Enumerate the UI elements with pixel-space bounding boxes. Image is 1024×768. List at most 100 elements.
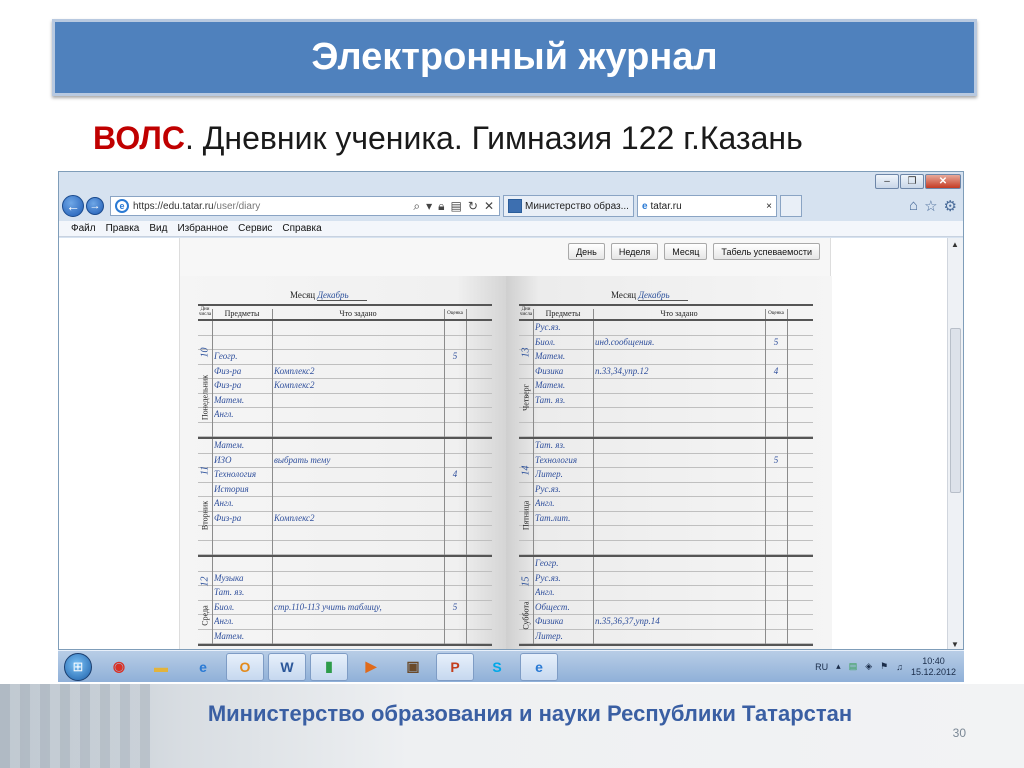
chart-app-icon[interactable]: ▮ [310,652,348,681]
cell-subject: Матем. [535,380,566,390]
cell-subject: Физика [535,616,564,626]
column-homework-header: Что задано [339,309,377,318]
cell-subject: Физика [535,365,564,376]
cell-subject: История [214,483,249,494]
briefcase-icon[interactable]: ▣ [394,653,432,681]
cell-subject: Матем. [214,440,245,450]
view-week-button[interactable]: Неделя [610,243,659,260]
cell-subject: Рус.яз. [535,483,561,494]
scroll-up-icon[interactable]: ▲ [951,240,959,249]
menu-view[interactable]: Вид [149,223,167,234]
table-row: Тат. яз. [198,586,492,601]
tab-close-icon[interactable]: × [766,201,772,212]
view-grades-button[interactable]: Табель успеваемости [713,243,820,260]
tab-tatar-label: tatar.ru [650,200,682,212]
table-row: ИЗО выбрать тему [198,454,492,468]
scroll-down-icon[interactable]: ▼ [951,640,959,649]
address-url[interactable]: https://edu.tatar.ru/user/diary [133,201,413,212]
table-row [519,408,813,423]
tray-expand-icon[interactable]: ▴ [836,661,841,672]
search-icon[interactable]: ⌕ [413,199,420,214]
cell-subject: ИЗО [214,454,232,465]
day-number: 13 [520,347,532,358]
network-icon[interactable]: ▤ [849,661,858,672]
lock-icon[interactable]: 🔒︎ [438,199,444,214]
menu-edit[interactable]: Правка [106,223,140,234]
cell-subject: Англ. [214,616,234,626]
table-row: Технология 4 [198,468,492,483]
stop-icon[interactable]: ✕ [484,199,494,214]
view-month-button[interactable]: Месяц [664,243,708,260]
folder-icon[interactable]: ▬ [142,653,180,681]
table-row: Литер. [519,630,813,644]
day-number: 12 [199,576,211,587]
ie-icon-2[interactable]: e [520,652,558,681]
favorites-star-icon[interactable]: ☆ [924,197,937,215]
table-row: Геогр. [519,557,813,572]
table-row [198,423,492,437]
taskbar-apps: ◉ ▬ e O W ▮ ▶ ▣ P Se [100,652,562,681]
new-tab-button[interactable] [779,195,802,217]
home-icon[interactable]: ⌂ [909,197,918,215]
scroll-thumb[interactable] [950,328,961,493]
diary-page-left: Месяц Декабрь Дни числа Предметы Что задан… [180,276,506,649]
word-icon[interactable]: W [268,652,306,681]
month-label-right: Месяц Декабрь [611,290,688,301]
table-row: Рус.яз. [519,483,813,497]
table-row: Физ-ра Комплекс2 [198,365,492,379]
menu-tools[interactable]: Сервис [238,223,272,234]
maximize-button[interactable]: ❐ [900,174,924,189]
column-grade-header: Оценка [768,311,784,316]
cell-homework: инд.сообщения. [595,336,655,347]
cell-grade: 5 [773,336,779,347]
cell-grade: 4 [452,469,458,479]
day-number: 11 [199,465,211,475]
menu-help[interactable]: Справка [282,223,321,234]
start-button[interactable]: ⊞ [64,652,92,681]
column-subjects-header: Предметы [224,309,260,318]
volume-icon[interactable]: ◈ [865,661,872,672]
day-name: Четверг [521,384,531,411]
compat-view-icon[interactable]: ▤ [451,199,462,214]
flag-icon[interactable]: ⚑ [880,661,888,672]
table-row: Тат. яз. [519,394,813,408]
speaker-icon[interactable]: ♫ [896,662,903,672]
ie-icon[interactable]: e [184,653,222,681]
refresh-icon[interactable]: ↻ [468,199,478,214]
menu-file[interactable]: Файл [71,223,96,234]
forward-icon[interactable]: → [86,197,104,215]
month-value: Декабрь [317,290,367,301]
scrollbar[interactable]: ▲ ▼ [947,238,963,649]
minimize-button[interactable]: – [875,174,899,189]
media-player-icon[interactable]: ▶ [352,653,390,681]
back-icon[interactable]: ← [62,195,84,217]
powerpoint-icon[interactable]: P [436,652,474,681]
cell-subject: Англ. [214,409,234,419]
day-block: Музыка Тат. яз. Биол. стр.110-113 учить таб… [198,557,492,646]
tab-tatar[interactable]: e tatar.ru × [636,195,777,217]
close-button[interactable]: ✕ [925,174,961,189]
table-row: Матем. [198,394,492,408]
cell-subject: Физ-ра [214,365,242,376]
tab-ministry[interactable]: Министерство образ... [503,195,634,217]
language-indicator[interactable]: RU [815,662,828,672]
table-row: Биол. стр.110-113 учить таблицу, 5 [198,601,492,615]
chrome-icon[interactable]: ◉ [100,653,138,681]
address-bar[interactable]: e https://edu.tatar.ru/user/diary ⌕ ▾ 🔒︎… [110,196,500,216]
cell-subject: Геогр. [214,351,238,361]
gear-icon[interactable]: ⚙ [944,197,957,215]
day-block: Геогр. Рус.яз. Англ. Общест. Физика п.35,36,3… [519,557,813,646]
menu-favorites[interactable]: Избранное [177,223,228,234]
table-header: Дни числа Предметы Что задано Оценка [198,304,492,321]
address-tools: ⌕ ▾ 🔒︎ ▤ ↻ ✕ [413,199,499,214]
skype-icon[interactable]: S [478,653,516,681]
table-row: Матем. [519,350,813,365]
cell-subject: Физ-ра [214,380,242,390]
dropdown-icon[interactable]: ▾ [426,199,432,214]
cell-subject: Технология [535,454,578,465]
cell-homework: Комплекс2 [274,365,315,376]
diary-page-right: Месяц Декабрь Дни числа Предметы Что задан… [506,276,832,649]
outlook-icon[interactable]: O [226,652,264,681]
clock[interactable]: 10:40 15.12.2012 [911,656,956,678]
view-day-button[interactable]: День [568,243,605,260]
